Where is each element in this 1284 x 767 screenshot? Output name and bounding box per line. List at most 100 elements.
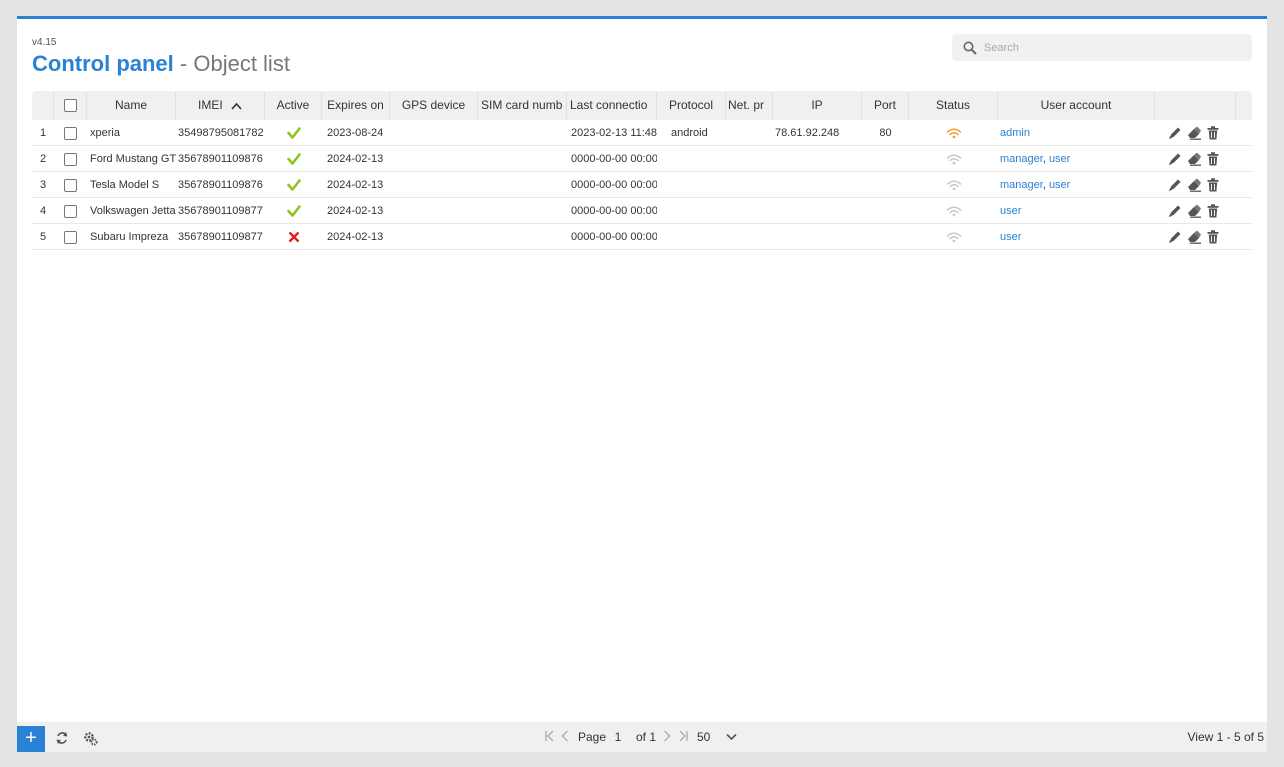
row-actions — [1165, 146, 1250, 172]
header-sim-card[interactable]: SIM card numb — [478, 91, 567, 120]
gps-device — [390, 198, 478, 224]
header-status[interactable]: Status — [909, 91, 998, 120]
chevron-down-icon[interactable] — [726, 733, 737, 741]
gps-device — [390, 172, 478, 198]
header-imei[interactable]: IMEI — [176, 91, 265, 120]
sim-card-number — [478, 172, 567, 198]
reload-icon[interactable] — [55, 731, 69, 745]
expires-on: 2024-02-13 — [327, 205, 384, 217]
edit-icon[interactable] — [1168, 178, 1182, 192]
protocol — [657, 172, 726, 198]
table-row[interactable]: 4 Volkswagen Jetta 35678901109877 2024-02-1… — [32, 198, 1252, 224]
row-number: 5 — [39, 231, 47, 243]
user-account: manager, user — [1000, 153, 1071, 165]
row-number: 2 — [39, 153, 47, 165]
select-all-checkbox[interactable] — [63, 99, 77, 113]
cross-icon — [288, 231, 299, 243]
page-number-input[interactable]: 1 — [607, 730, 629, 744]
row-number: 1 — [39, 127, 47, 139]
wifi-icon — [946, 180, 961, 191]
grid-body: 1 xperia 35498795081782 2023-08-24 2023-02-1… — [32, 120, 1252, 250]
header-last-connection[interactable]: Last connectio — [567, 91, 657, 120]
trash-icon[interactable] — [1207, 204, 1219, 218]
next-page-icon[interactable] — [663, 730, 671, 742]
search-box[interactable] — [952, 34, 1252, 61]
user-account-link[interactable]: user — [1000, 205, 1021, 217]
header-user-account[interactable]: User account — [998, 91, 1155, 120]
trash-icon[interactable] — [1207, 178, 1219, 192]
edit-icon[interactable] — [1168, 204, 1182, 218]
row-checkbox[interactable] — [64, 230, 77, 244]
sim-card-number — [478, 146, 567, 172]
user-account-link[interactable]: user — [1000, 231, 1021, 243]
edit-icon[interactable] — [1168, 152, 1182, 166]
user-account: user — [998, 198, 1155, 224]
table-row[interactable]: 1 xperia 35498795081782 2023-08-24 2023-02-1… — [32, 120, 1252, 146]
table-row[interactable]: 5 Subaru Impreza 35678901109877 2024-02-13 0… — [32, 224, 1252, 250]
header-gps-device[interactable]: GPS device — [390, 91, 478, 120]
expires-on: 2024-02-13 — [327, 179, 384, 191]
rows-per-page-select[interactable]: 50 — [697, 730, 710, 744]
header-scroll-spacer — [1236, 91, 1252, 120]
search-input[interactable] — [984, 34, 1244, 61]
page-title-main: Control panel — [32, 51, 174, 76]
row-checkbox[interactable] — [64, 126, 77, 140]
row-actions — [1165, 172, 1250, 198]
row-checkbox[interactable] — [64, 152, 77, 166]
check-icon — [286, 153, 301, 165]
last-connection: 2023-02-13 11:48 — [571, 127, 657, 139]
user-account-link[interactable]: manager — [1000, 153, 1043, 165]
eraser-icon[interactable] — [1187, 152, 1202, 166]
first-page-icon[interactable] — [544, 730, 555, 742]
sim-card-number — [478, 120, 567, 146]
header-rownum — [32, 91, 54, 120]
row-checkbox[interactable] — [64, 178, 77, 192]
user-account-link[interactable]: user — [1049, 179, 1070, 191]
header-net-protocol[interactable]: Net. pr — [726, 91, 773, 120]
user-account-link[interactable]: manager — [1000, 179, 1043, 191]
object-imei: 35678901109877 — [178, 205, 263, 217]
header-ip[interactable]: IP — [773, 91, 862, 120]
row-checkbox[interactable] — [64, 204, 77, 218]
eraser-icon[interactable] — [1187, 178, 1202, 192]
edit-icon[interactable] — [1168, 126, 1182, 140]
last-page-icon[interactable] — [678, 730, 689, 742]
edit-icon[interactable] — [1168, 230, 1182, 244]
sim-card-number — [478, 198, 567, 224]
ip-address — [773, 146, 862, 172]
header-name[interactable]: Name — [87, 91, 176, 120]
last-connection: 0000-00-00 00:00 — [571, 153, 657, 165]
gps-device — [390, 224, 478, 250]
eraser-icon[interactable] — [1187, 230, 1202, 244]
gps-device — [390, 120, 478, 146]
grid-footer: + Page 1 of 1 50 View 1 - 5 of 5 — [17, 722, 1267, 752]
last-connection: 0000-00-00 00:00 — [571, 205, 657, 217]
header-port[interactable]: Port — [862, 91, 909, 120]
settings-gear-icon[interactable] — [83, 731, 98, 746]
ip-address[interactable]: 78.61.92.248 — [773, 120, 862, 146]
trash-icon[interactable] — [1207, 126, 1219, 140]
trash-icon[interactable] — [1207, 152, 1219, 166]
user-account-link[interactable]: admin — [1000, 127, 1030, 139]
active-cell — [265, 224, 322, 250]
eraser-icon[interactable] — [1187, 126, 1202, 140]
trash-icon[interactable] — [1207, 230, 1219, 244]
add-object-button[interactable]: + — [17, 726, 45, 752]
header-protocol[interactable]: Protocol — [657, 91, 726, 120]
prev-page-icon[interactable] — [561, 730, 569, 742]
status-cell — [909, 198, 998, 224]
check-icon — [286, 205, 301, 217]
user-account-link[interactable]: user — [1049, 153, 1070, 165]
grid-header: Name IMEI Active Expires on GPS device S… — [32, 91, 1252, 120]
wifi-icon — [946, 206, 961, 217]
table-row[interactable]: 3 Tesla Model S 35678901109876 2024-02-13 00… — [32, 172, 1252, 198]
table-row[interactable]: 2 Ford Mustang GT 35678901109876 2024-02-13… — [32, 146, 1252, 172]
ip-address — [773, 224, 862, 250]
header-expires[interactable]: Expires on — [322, 91, 390, 120]
net-protocol — [726, 120, 773, 146]
ip-address — [773, 198, 862, 224]
header-active[interactable]: Active — [265, 91, 322, 120]
eraser-icon[interactable] — [1187, 204, 1202, 218]
page-title: Control panel - Object list — [32, 51, 290, 77]
row-select-cell — [54, 120, 87, 146]
